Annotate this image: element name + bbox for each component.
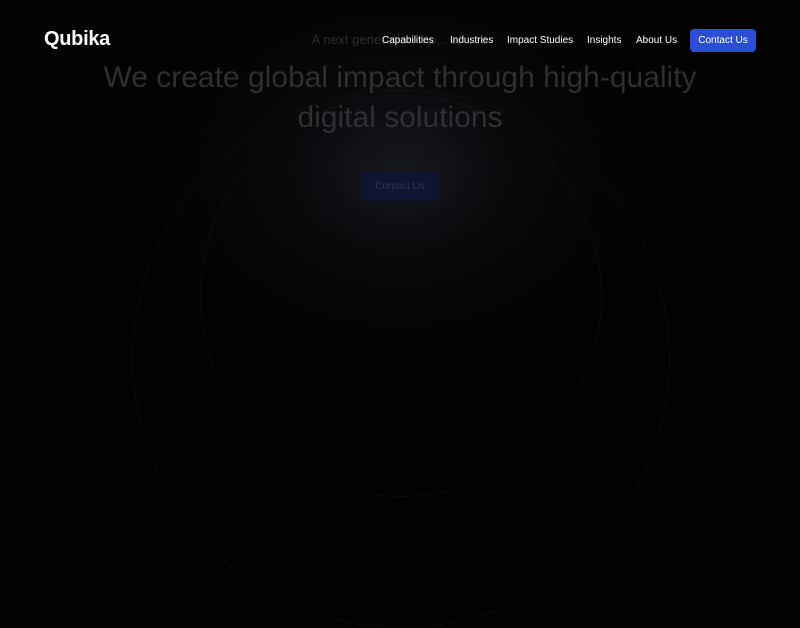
decorative-ring-inner (200, 95, 602, 497)
contact-us-button[interactable]: Contact Us (690, 29, 756, 52)
hero-contact-button[interactable]: Contact Us (361, 172, 439, 201)
nav-item-capabilities[interactable]: Capabilities (382, 34, 434, 48)
decorative-ring-middle (132, 90, 670, 628)
nav-item-impact-studies[interactable]: Impact Studies (507, 34, 573, 48)
site-header: Qubika Capabilities Industries Impact St… (0, 0, 800, 80)
qubika-logo[interactable]: Qubika (44, 28, 110, 51)
nav-item-industries[interactable]: Industries (450, 34, 493, 48)
nav-item-insights[interactable]: Insights (587, 34, 621, 48)
nav-item-about-us[interactable]: About Us (636, 34, 677, 48)
